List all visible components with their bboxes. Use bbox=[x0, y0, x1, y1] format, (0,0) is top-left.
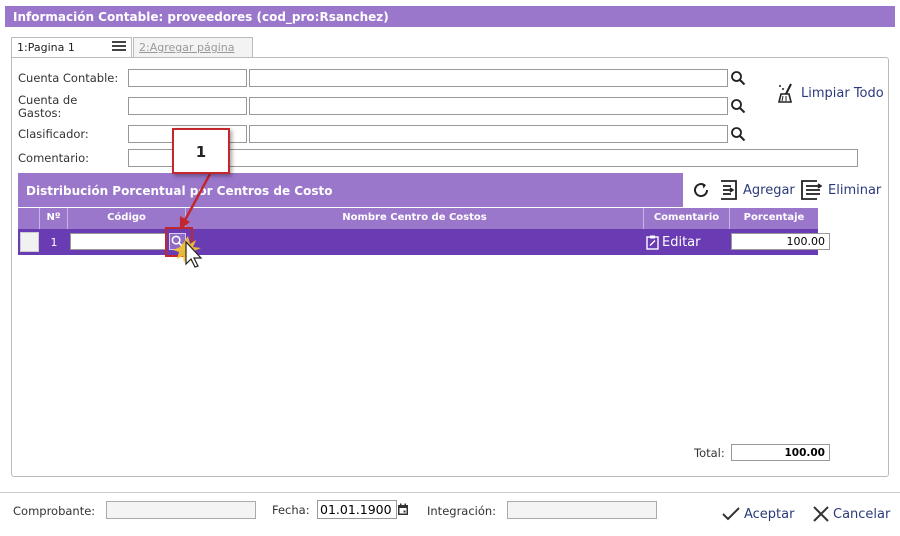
tab-agregar-pagina[interactable]: 2:Agregar página bbox=[133, 37, 253, 57]
eliminar-label: Eliminar bbox=[828, 182, 882, 198]
comprobante-label: Comprobante: bbox=[13, 504, 96, 518]
eliminar-button[interactable]: Eliminar bbox=[800, 179, 881, 201]
cuenta-gastos-code-input[interactable] bbox=[128, 97, 247, 115]
cuenta-contable-search-icon[interactable] bbox=[730, 70, 746, 86]
delete-row-icon bbox=[801, 180, 823, 200]
table-row: 1 Editar bbox=[18, 229, 830, 255]
clasificador-name-input[interactable] bbox=[249, 125, 728, 143]
comentario-label: Comentario: bbox=[18, 151, 90, 165]
comprobante-input[interactable] bbox=[106, 501, 256, 519]
row-selector-cell bbox=[18, 229, 40, 255]
add-row-icon bbox=[721, 180, 737, 200]
header-nombre: Nombre Centro de Costos bbox=[186, 208, 644, 229]
clipboard-edit-icon bbox=[646, 235, 659, 250]
row-porcentaje-input[interactable] bbox=[731, 233, 830, 250]
cuenta-contable-name-input[interactable] bbox=[249, 69, 728, 87]
footer-divider bbox=[0, 492, 900, 493]
grid-title: Distribución Porcentual por Centros de C… bbox=[18, 173, 683, 207]
cuenta-contable-code-input[interactable] bbox=[128, 69, 247, 87]
clasificador-search-icon[interactable] bbox=[730, 126, 746, 142]
checkmark-icon bbox=[722, 507, 740, 521]
calendar-icon[interactable] bbox=[397, 503, 409, 516]
cuenta-gastos-search-icon[interactable] bbox=[730, 98, 746, 114]
grid-header: Nº Código Nombre Centro de Costos Coment… bbox=[18, 208, 818, 229]
total-input bbox=[731, 444, 830, 461]
aceptar-button[interactable]: Aceptar bbox=[722, 506, 794, 522]
header-selector bbox=[18, 208, 40, 229]
agregar-label: Agregar bbox=[743, 182, 795, 198]
row-editar-label: Editar bbox=[662, 234, 701, 250]
integracion-input[interactable] bbox=[507, 501, 657, 519]
header-comentario: Comentario bbox=[644, 208, 730, 229]
limpiar-todo-label: Limpiar Todo bbox=[801, 85, 884, 101]
annotation-callout: 1 bbox=[172, 128, 230, 174]
refresh-icon[interactable] bbox=[692, 181, 710, 199]
header-porcentaje: Porcentaje bbox=[743, 212, 805, 223]
clasificador-label: Clasificador: bbox=[18, 127, 89, 141]
aceptar-label: Aceptar bbox=[744, 506, 795, 522]
row-editar-comentario[interactable]: Editar bbox=[644, 235, 730, 250]
page-panel bbox=[11, 57, 889, 477]
total-label: Total: bbox=[694, 446, 725, 460]
tab-menu-icon[interactable] bbox=[112, 41, 126, 53]
comentario-input[interactable] bbox=[128, 149, 858, 167]
row-numero: 1 bbox=[50, 235, 58, 249]
cuenta-gastos-name-input[interactable] bbox=[249, 97, 728, 115]
row-porcentaje-cell bbox=[730, 229, 830, 255]
cancelar-label: Cancelar bbox=[833, 506, 891, 522]
fecha-label: Fecha: bbox=[272, 503, 310, 517]
row-codigo-input[interactable] bbox=[70, 233, 166, 250]
integracion-label: Integración: bbox=[427, 504, 497, 518]
header-numero: Nº bbox=[40, 208, 68, 229]
agregar-button[interactable]: Agregar bbox=[719, 179, 795, 201]
window-title: Información Contable: proveedores (cod_p… bbox=[5, 6, 895, 27]
cuenta-gastos-label: Cuenta de Gastos: bbox=[18, 93, 78, 120]
broom-icon bbox=[777, 83, 793, 103]
fecha-input[interactable] bbox=[317, 500, 397, 519]
cancelar-button[interactable]: Cancelar bbox=[813, 506, 890, 522]
limpiar-todo-button[interactable]: Limpiar Todo bbox=[777, 82, 884, 104]
cuenta-contable-label: Cuenta Contable: bbox=[18, 71, 119, 85]
annotation-arrow bbox=[173, 173, 212, 268]
row-selector[interactable] bbox=[19, 232, 39, 252]
close-icon bbox=[813, 506, 829, 522]
